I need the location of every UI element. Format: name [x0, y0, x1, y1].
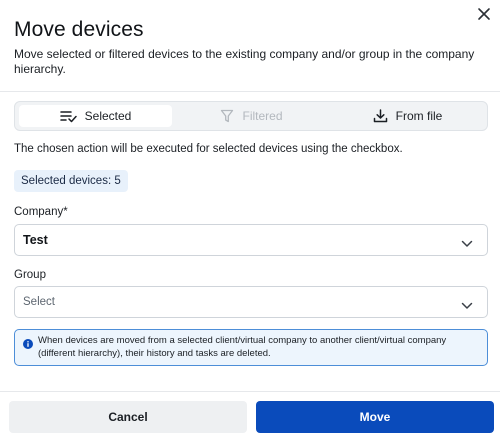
- download-icon: [373, 109, 388, 123]
- info-icon: [23, 336, 33, 354]
- tab-from-file[interactable]: From file: [331, 105, 484, 127]
- tab-from-file-label: From file: [395, 109, 443, 123]
- dialog-title: Move devices: [14, 18, 144, 41]
- dialog-description: Move selected or filtered devices to the…: [14, 47, 475, 76]
- company-select[interactable]: Test: [14, 224, 488, 256]
- action-info-text: The chosen action will be executed for s…: [14, 143, 403, 155]
- cancel-button[interactable]: Cancel: [9, 401, 247, 433]
- tab-filtered: Filtered: [175, 105, 328, 127]
- tab-filtered-label: Filtered: [242, 109, 283, 123]
- chevron-down-icon: [461, 297, 473, 315]
- move-devices-dialog: Move devices Move selected or filtered d…: [0, 0, 500, 438]
- group-label: Group: [14, 269, 46, 281]
- filter-icon: [220, 109, 234, 123]
- header-divider: [0, 91, 500, 92]
- tab-selected-label: Selected: [84, 109, 132, 123]
- list-check-icon: [59, 109, 77, 123]
- chevron-down-icon: [461, 235, 473, 253]
- move-button[interactable]: Move: [256, 401, 494, 433]
- footer-divider: [0, 391, 500, 392]
- alert-text: When devices are moved from a selected c…: [38, 335, 447, 359]
- company-value: Test: [23, 233, 48, 247]
- close-icon[interactable]: [474, 4, 494, 24]
- company-label: Company*: [14, 206, 68, 218]
- tab-selected[interactable]: Selected: [19, 105, 172, 127]
- group-placeholder: Select: [23, 296, 55, 308]
- group-select[interactable]: Select: [14, 286, 488, 318]
- selected-devices-badge: Selected devices: 5: [14, 170, 128, 192]
- source-tabs: Selected Filtered From file: [14, 101, 488, 131]
- hierarchy-warning-alert: When devices are moved from a selected c…: [14, 329, 488, 366]
